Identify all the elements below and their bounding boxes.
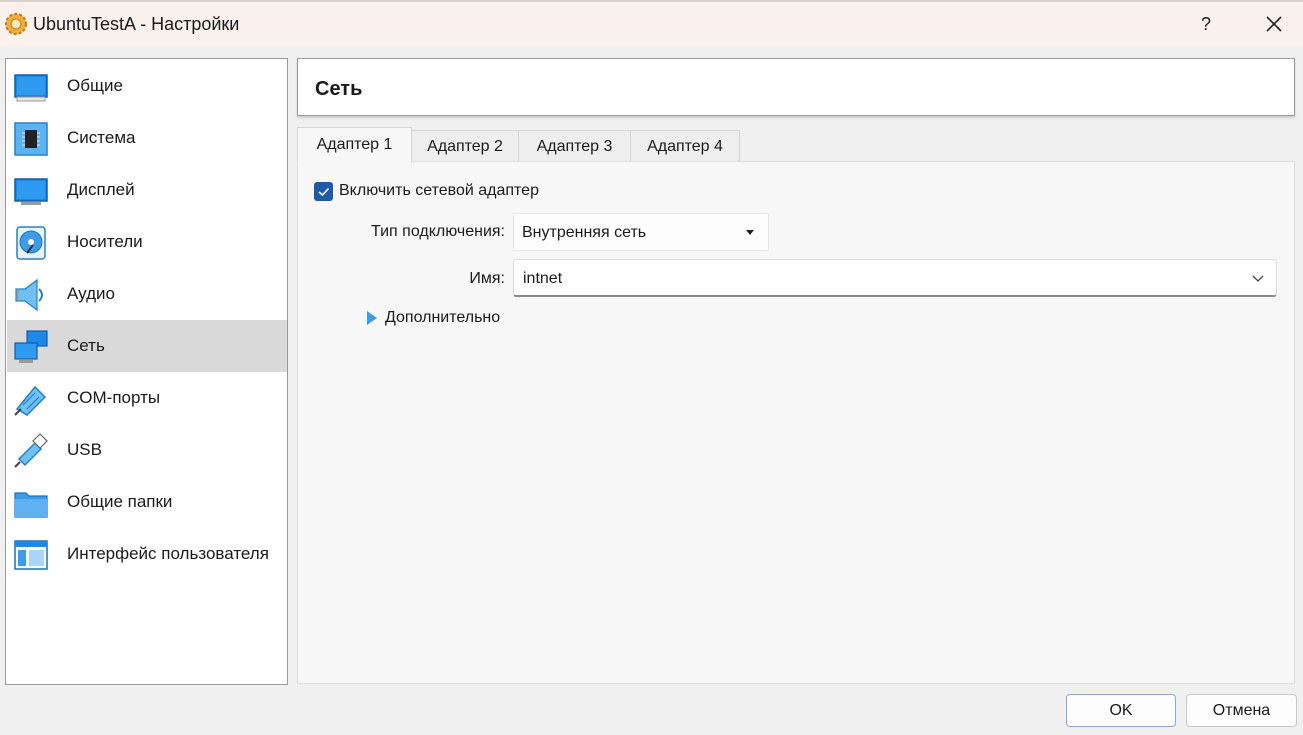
tab-adapter-3[interactable]: Адаптер 3: [518, 130, 631, 162]
sidebar-item-label: USB: [67, 440, 102, 459]
sidebar-item-shared-folders[interactable]: Общие папки: [7, 476, 287, 528]
enable-adapter-checkbox[interactable]: [314, 182, 333, 201]
dropdown-arrow-icon: [746, 230, 754, 235]
sidebar-item-com-ports[interactable]: COM-порты: [7, 372, 287, 424]
serial-port-icon: [14, 385, 47, 416]
display-monitor-icon: [14, 178, 48, 205]
sidebar-item-label: Аудио: [67, 284, 115, 303]
sidebar-item-general[interactable]: Общие: [7, 60, 287, 112]
general-icon: [14, 74, 48, 102]
network-icon: [14, 330, 48, 363]
sidebar-item-label: Носители: [67, 232, 143, 251]
sidebar-item-label: Дисплей: [67, 180, 135, 199]
attachment-type-select[interactable]: Внутренняя сеть: [513, 213, 769, 251]
sidebar-item-label: Общие папки: [67, 492, 173, 511]
checkmark-icon: [318, 187, 330, 197]
sidebar-item-label: COM-порты: [67, 388, 161, 407]
chevron-down-icon[interactable]: [1250, 270, 1266, 286]
tab-adapter-1[interactable]: Адаптер 1: [297, 127, 412, 162]
sidebar-item-label: Интерфейс пользователя: [67, 544, 269, 563]
sidebar-item-display[interactable]: Дисплей: [7, 164, 287, 216]
shared-folder-icon: [14, 492, 48, 518]
sidebar-item-usb[interactable]: USB: [7, 424, 287, 476]
sidebar-item-storage[interactable]: Носители: [7, 216, 287, 268]
user-interface-icon: [14, 540, 48, 570]
virtualbox-app-icon: [5, 13, 27, 35]
audio-speaker-icon: [15, 278, 43, 312]
sidebar-item-label: Общие: [67, 76, 123, 95]
tab-adapter-4[interactable]: Адаптер 4: [630, 130, 740, 162]
sidebar-item-network[interactable]: Сеть: [7, 320, 287, 372]
sidebar-item-label: Сеть: [67, 336, 105, 355]
advanced-label: Дополнительно: [385, 309, 501, 326]
tab-adapter-2[interactable]: Адаптер 2: [411, 130, 519, 162]
system-chip-icon: [14, 122, 48, 156]
ok-button[interactable]: OK: [1066, 694, 1176, 727]
sidebar-item-label: Система: [67, 128, 136, 147]
attachment-type-value: Внутренняя сеть: [522, 224, 647, 241]
close-icon[interactable]: [1260, 10, 1288, 38]
sidebar-item-user-interface[interactable]: Интерфейс пользователя: [7, 528, 287, 580]
network-name-label: Имя:: [469, 270, 505, 287]
network-name-combobox[interactable]: [513, 259, 1277, 297]
section-header: Сеть: [297, 58, 1295, 116]
sidebar-item-audio[interactable]: Аудио: [7, 268, 287, 320]
settings-category-list: Общие Система Дисплей Носители Аудио Сет…: [5, 58, 288, 685]
expand-arrow-icon: [367, 311, 377, 325]
enable-adapter-label[interactable]: Включить сетевой адаптер: [339, 182, 539, 200]
help-button[interactable]: ?: [1192, 10, 1220, 38]
storage-disk-icon: [16, 226, 46, 260]
title-bar: UbuntuTestA - Настройки ?: [0, 0, 1303, 46]
advanced-expander[interactable]: Дополнительно: [367, 309, 500, 327]
usb-icon: [14, 433, 48, 468]
attachment-type-label: Тип подключения:: [371, 223, 505, 240]
page-title: Сеть: [315, 78, 363, 100]
sidebar-item-system[interactable]: Система: [7, 112, 287, 164]
cancel-button[interactable]: Отмена: [1186, 694, 1297, 727]
network-name-input[interactable]: [523, 269, 1223, 289]
window-title: UbuntuTestA - Настройки: [33, 14, 240, 34]
